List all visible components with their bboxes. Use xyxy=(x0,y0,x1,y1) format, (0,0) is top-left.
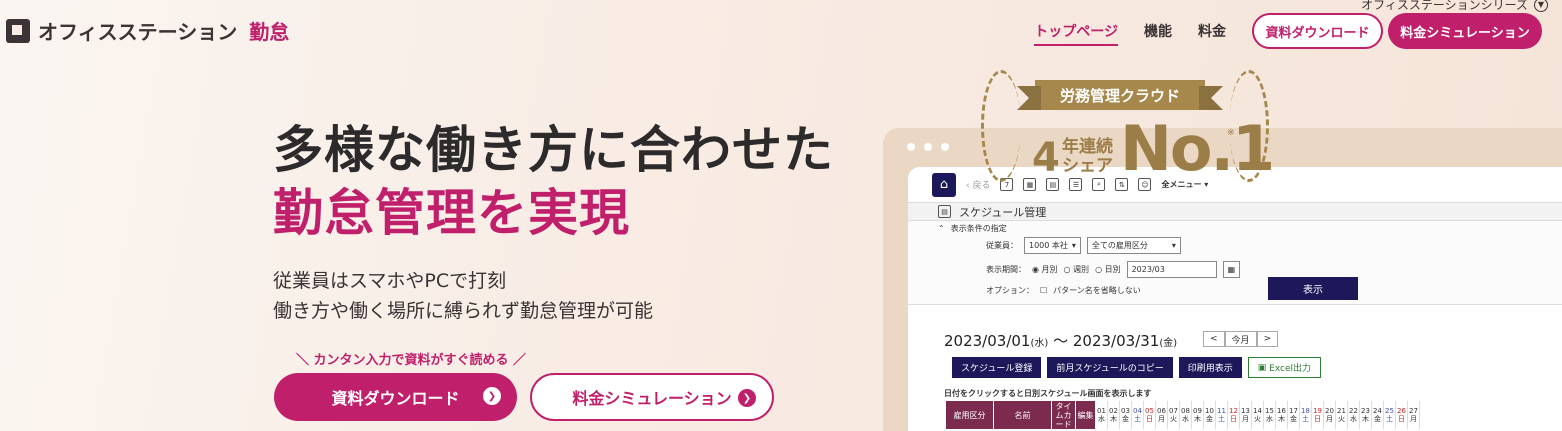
period-row: 表示期間： ◉ 月別 ○ 週別 ○ 日別 2023/03 ▦ xyxy=(986,261,1241,278)
hero-sub-line2: 働き方や働く場所に縛られず勤怠管理が可能 xyxy=(273,300,654,322)
day-column: 17 金 xyxy=(1288,401,1300,429)
app-screenshot: ⌂ ‹ 戻る 7 ▦ ▤ ☰ ⌕ ⇅ ☺ 全メニュー ▾ ▤ スケジュール管理 … xyxy=(908,167,1562,431)
logo-mark-icon xyxy=(6,18,30,43)
day-column: 15 水 xyxy=(1264,401,1276,429)
month-nav: < 今月 > xyxy=(1203,331,1279,347)
global-nav: トップページ 機能 料金 資料ダウンロード 料金シミュレーション xyxy=(1034,13,1542,49)
nav-top[interactable]: トップページ xyxy=(1034,21,1118,46)
arrow-right-icon: ❯ xyxy=(738,389,756,407)
hero-sub-line1: 従業員はスマホやPCで打刻 xyxy=(273,270,507,292)
arrow-right-icon: ❯ xyxy=(483,387,501,405)
day-column: 04 土 xyxy=(1132,401,1144,429)
day-column: 21 火 xyxy=(1336,401,1348,429)
cta-note: ＼ カンタン入力で資料がすぐ読める ／ xyxy=(296,353,527,368)
schedule-grid-header: 雇用区分 名前 タイムカード 編集 01 水 02 木 03 金 04 土 05 日 06 月 07 火 0… xyxy=(946,401,1420,429)
day-column: 20 月 xyxy=(1324,401,1336,429)
day-column: 24 金 xyxy=(1372,401,1384,429)
cond-toggle: ⌃ 表示条件の指定 xyxy=(938,224,1007,233)
col-employment: 雇用区分 xyxy=(946,401,994,429)
day-column: 07 火 xyxy=(1168,401,1180,429)
copy-prev-button: 前月スケジュールのコピー xyxy=(1047,357,1173,378)
nav-features[interactable]: 機能 xyxy=(1144,21,1172,41)
day-column: 22 水 xyxy=(1348,401,1360,429)
day-column: 08 水 xyxy=(1180,401,1192,429)
col-timecard: タイムカード xyxy=(1052,401,1076,429)
day-column: 12 日 xyxy=(1228,401,1240,429)
hero-title-line1: 多様な働き方に合わせた xyxy=(273,121,834,179)
day-column: 10 金 xyxy=(1204,401,1216,429)
day-column: 23 木 xyxy=(1360,401,1372,429)
cta-download-button[interactable]: 資料ダウンロード ❯ xyxy=(274,373,517,421)
excel-export-button: ▣ Excel出力 xyxy=(1247,357,1321,378)
day-column: 09 木 xyxy=(1192,401,1204,429)
employment-select: 全ての雇用区分 ▾ xyxy=(1086,237,1181,254)
next-month: > xyxy=(1256,331,1279,347)
series-label: オフィスステーションシリーズ xyxy=(1361,0,1528,12)
option-row: オプション： ☐ パターン名を省略しない xyxy=(986,286,1141,295)
day-column: 25 土 xyxy=(1384,401,1396,429)
day-column: 14 火 xyxy=(1252,401,1264,429)
day-column: 13 月 xyxy=(1240,401,1252,429)
home-icon: ⌂ xyxy=(932,172,956,197)
badge-note-mark: ※ xyxy=(1227,128,1235,138)
col-edit: 編集 xyxy=(1076,401,1096,429)
day-column: 02 木 xyxy=(1108,401,1120,429)
prev-month: < xyxy=(1203,331,1225,347)
laurel-left-icon xyxy=(981,70,1021,182)
grid-hint: 日付をクリックすると日別スケジュール画面を表示します xyxy=(944,389,1152,398)
collapse-icon: ⌃ xyxy=(938,224,945,233)
day-column: 03 金 xyxy=(1120,401,1132,429)
day-column: 01 水 xyxy=(1096,401,1108,429)
day-column: 11 土 xyxy=(1216,401,1228,429)
day-column: 16 木 xyxy=(1276,401,1288,429)
day-column: 06 月 xyxy=(1156,401,1168,429)
day-column: 26 日 xyxy=(1396,401,1408,429)
badge-years-text: 年連続 シェア xyxy=(1062,137,1113,176)
nav-pricing[interactable]: 料金 xyxy=(1198,21,1226,41)
header-simulation-button[interactable]: 料金シミュレーション xyxy=(1388,13,1542,49)
brand-logo[interactable]: オフィスステーション 勤怠 xyxy=(6,16,289,45)
cta-simulation-label: 料金シミュレーション xyxy=(572,389,732,408)
radio-week: ○ 週別 xyxy=(1063,265,1090,274)
screen-title: ▤ スケジュール管理 xyxy=(908,203,1562,221)
badge-rank: No.1 xyxy=(1120,112,1275,185)
condition-panel: ⌃ 表示条件の指定 従業員： 1000 本社 ▾ 全ての雇用区分 ▾ 表示期間： ◉ … xyxy=(908,221,1562,305)
period-input: 2023/03 xyxy=(1126,261,1217,278)
col-name: 名前 xyxy=(994,401,1052,429)
brand-name: オフィスステーション xyxy=(38,20,238,44)
action-buttons: スケジュール登録 前月スケジュールのコピー 印刷用表示 ▣ Excel出力 xyxy=(952,357,1321,378)
this-month: 今月 xyxy=(1224,331,1257,347)
series-link[interactable]: オフィスステーションシリーズ ▼ xyxy=(1361,0,1548,13)
badge-ribbon: 労務管理クラウド xyxy=(1017,80,1223,110)
schedule-register-button: スケジュール登録 xyxy=(952,357,1042,378)
day-column: 05 日 xyxy=(1144,401,1156,429)
hero-subtitle: 従業員はスマホやPCで打刻 働き方や働く場所に縛られず勤怠管理が可能 xyxy=(273,266,653,326)
brand-product: 勤怠 xyxy=(249,20,290,44)
day-columns: 01 水 02 木 03 金 04 土 05 日 06 月 07 火 08 水 09 木 10 金 11 土 12 日 13 月 1… xyxy=(1096,401,1420,429)
employee-select: 1000 本社 ▾ xyxy=(1024,237,1081,254)
day-column: 19 日 xyxy=(1312,401,1324,429)
show-button: 表示 xyxy=(1268,277,1358,300)
radio-month: ◉ 月別 xyxy=(1032,265,1058,274)
day-column: 18 土 xyxy=(1300,401,1312,429)
hero-title-line2: 勤怠管理を実現 xyxy=(273,184,630,242)
radio-day: ○ 日別 xyxy=(1095,265,1121,274)
cta-simulation-button[interactable]: 料金シミュレーション ❯ xyxy=(530,373,774,421)
chevron-down-icon: ▼ xyxy=(1534,0,1548,12)
date-range: 2023/03/01(水) 〜 2023/03/31(金) xyxy=(944,332,1178,350)
cta-download-label: 資料ダウンロード xyxy=(331,389,460,408)
header-download-button[interactable]: 資料ダウンロード xyxy=(1252,13,1383,49)
screen-icon: ▤ xyxy=(938,205,951,218)
employee-row: 従業員： 1000 本社 ▾ 全ての雇用区分 ▾ xyxy=(986,237,1181,254)
excel-icon: ▣ xyxy=(1257,362,1267,373)
option-checkbox: ☐ xyxy=(1040,286,1048,295)
badge-years-number: 4 xyxy=(1032,135,1060,181)
print-view-button: 印刷用表示 xyxy=(1178,357,1242,378)
day-column: 27 月 xyxy=(1408,401,1420,429)
window-dots xyxy=(907,143,949,151)
award-badge: 労務管理クラウド 4 年連続 シェア No.1 ※ xyxy=(975,68,1275,185)
calendar-picker-icon: ▦ xyxy=(1222,261,1241,278)
